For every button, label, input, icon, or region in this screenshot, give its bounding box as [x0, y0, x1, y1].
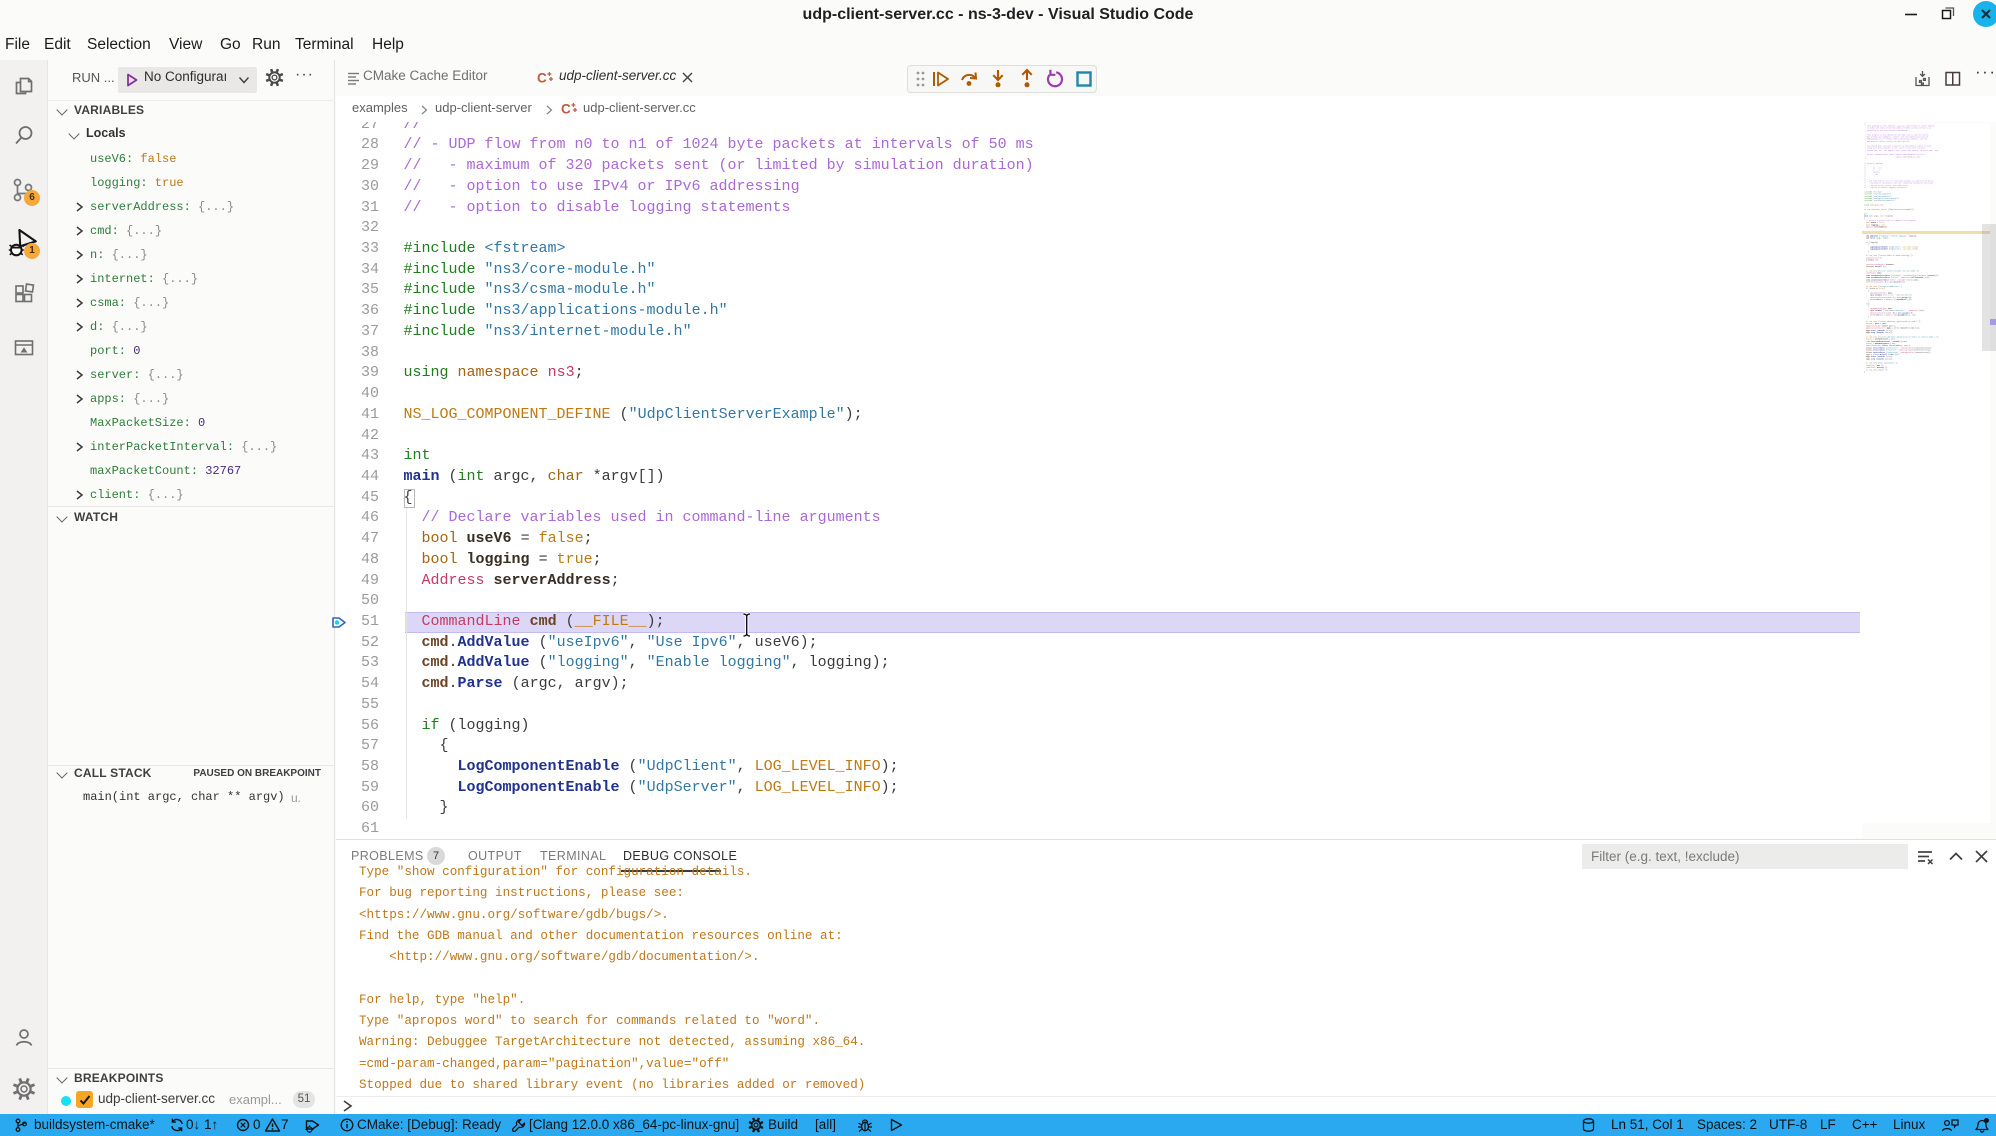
- svg-text:C: C: [537, 71, 547, 86]
- svg-text:C: C: [561, 102, 571, 117]
